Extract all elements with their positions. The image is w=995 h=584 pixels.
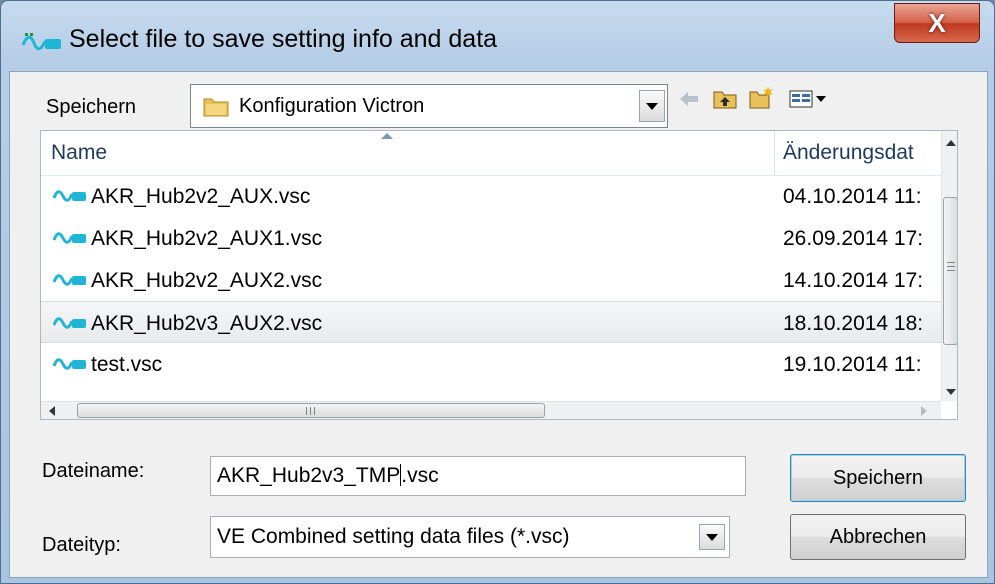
scroll-down-icon[interactable] <box>946 389 956 395</box>
filetype-value: VE Combined setting data files (*.vsc) <box>217 525 570 548</box>
location-label: Speichern <box>46 96 137 118</box>
back-arrow-icon[interactable] <box>676 86 702 112</box>
filename-extension: .vsc <box>401 464 439 487</box>
grip-line <box>314 407 315 415</box>
file-row-selected[interactable]: AKR_Hub2v3_AUX2.vsc 18.10.2014 18: <box>41 301 941 343</box>
file-row[interactable]: test.vsc 19.10.2014 11: <box>41 343 941 385</box>
horizontal-scrollbar[interactable] <box>41 401 941 419</box>
column-header-name[interactable]: Name <box>51 141 107 165</box>
vsc-file-icon <box>53 190 86 202</box>
location-combo[interactable]: Konfiguration Victron <box>190 84 668 128</box>
scroll-right-icon[interactable] <box>921 406 927 416</box>
vsc-file-icon <box>53 317 86 329</box>
grip-line <box>306 407 307 415</box>
sort-ascending-icon <box>381 133 393 139</box>
file-name: AKR_Hub2v3_AUX2.vsc <box>91 312 323 335</box>
up-folder-icon[interactable] <box>712 86 738 112</box>
grip-line <box>947 262 955 263</box>
filename-input[interactable]: AKR_Hub2v3_TMP.vsc <box>210 456 746 496</box>
file-row[interactable]: AKR_Hub2v2_AUX1.vsc 26.09.2014 17: <box>41 217 941 259</box>
file-name: AKR_Hub2v2_AUX.vsc <box>91 185 311 208</box>
filetype-dropdown-button[interactable] <box>699 524 725 550</box>
file-modified: 14.10.2014 17: <box>783 269 924 292</box>
column-divider[interactable] <box>774 131 775 175</box>
file-name: AKR_Hub2v2_AUX2.vsc <box>91 269 323 292</box>
file-modified: 19.10.2014 11: <box>783 353 922 376</box>
grip-line <box>310 407 311 415</box>
cancel-button[interactable]: Abbrechen <box>790 514 966 560</box>
save-file-dialog: Select file to save setting info and dat… <box>0 0 995 584</box>
file-modified: 18.10.2014 18: <box>783 312 924 335</box>
close-button[interactable]: X <box>894 3 980 43</box>
victron-app-icon <box>21 33 61 51</box>
vsc-file-icon <box>53 274 86 286</box>
current-folder: Konfiguration Victron <box>239 95 425 117</box>
list-header: Name Änderungsdat <box>41 131 941 176</box>
file-modified: 26.09.2014 17: <box>783 227 924 250</box>
folder-icon <box>203 98 229 117</box>
vertical-scrollbar[interactable] <box>941 131 957 401</box>
filetype-select[interactable]: VE Combined setting data files (*.vsc) <box>210 516 730 558</box>
chevron-down-icon <box>706 534 718 541</box>
filename-label: Dateiname: <box>42 460 145 482</box>
file-name: test.vsc <box>91 353 163 376</box>
filename-text: AKR_Hub2v3_TMP <box>217 464 401 487</box>
dialog-title: Select file to save setting info and dat… <box>69 25 498 53</box>
save-button[interactable]: Speichern <box>790 454 966 502</box>
vsc-file-icon <box>53 358 86 370</box>
chevron-down-icon <box>646 103 658 110</box>
location-dropdown-button[interactable] <box>639 90 665 122</box>
new-folder-icon[interactable] <box>748 84 774 110</box>
vsc-file-icon <box>53 232 86 244</box>
file-row[interactable]: AKR_Hub2v2_AUX.vsc 04.10.2014 11: <box>41 175 941 217</box>
file-name: AKR_Hub2v2_AUX1.vsc <box>91 227 323 250</box>
column-header-modified[interactable]: Änderungsdat <box>783 141 914 165</box>
filetype-label: Dateityp: <box>42 534 121 556</box>
scroll-up-icon[interactable] <box>946 140 956 146</box>
grip-line <box>947 266 955 267</box>
title-bar[interactable]: Select file to save setting info and dat… <box>1 1 994 81</box>
view-menu-icon[interactable] <box>788 86 830 112</box>
grip-line <box>947 270 955 271</box>
close-icon: X <box>928 8 946 38</box>
horizontal-scroll-thumb[interactable] <box>77 403 545 418</box>
file-modified: 04.10.2014 11: <box>783 185 922 208</box>
dialog-body: Speichern Konfiguration Victron Name Änd… <box>9 71 988 578</box>
file-row[interactable]: AKR_Hub2v2_AUX2.vsc 14.10.2014 17: <box>41 259 941 301</box>
file-list[interactable]: Name Änderungsdat AKR_Hub2v2_AUX.vsc 04.… <box>40 130 958 420</box>
vertical-scroll-thumb[interactable] <box>943 197 957 345</box>
scroll-left-icon[interactable] <box>49 406 55 416</box>
